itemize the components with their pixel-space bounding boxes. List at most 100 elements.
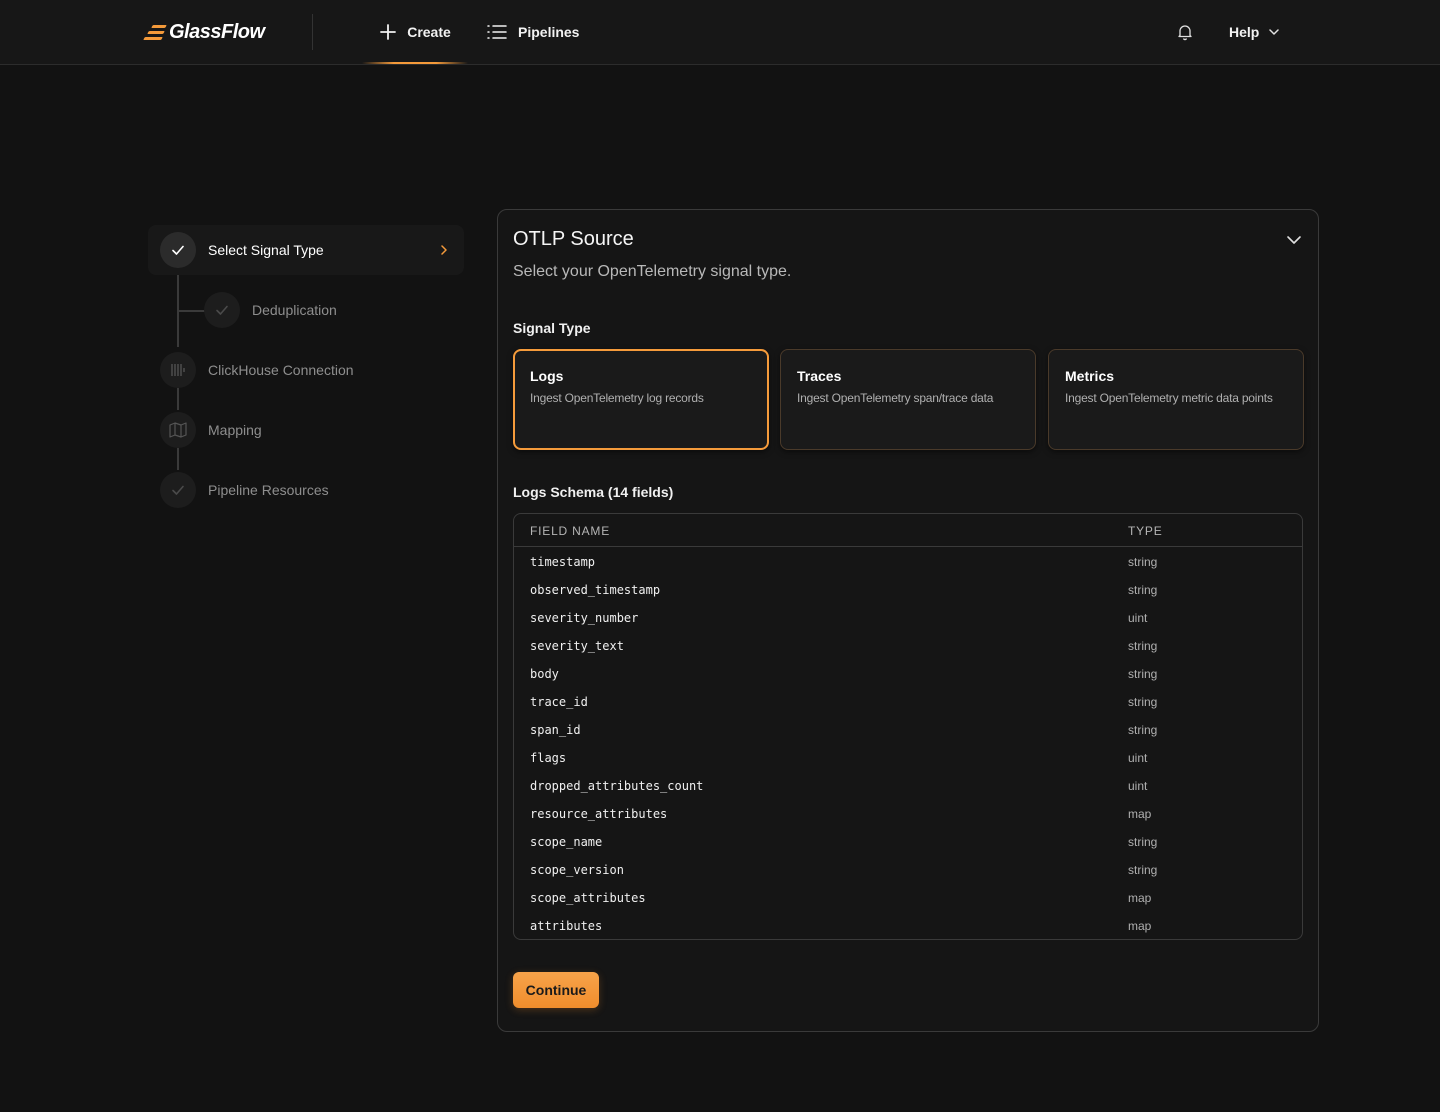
table-row: severity_number uint [514,603,1302,631]
signal-option-metrics[interactable]: Metrics Ingest OpenTelemetry metric data… [1048,349,1304,450]
help-menu[interactable]: Help [1229,22,1280,42]
map-icon [169,422,187,438]
clickhouse-icon [171,364,185,376]
signal-option-desc: Ingest OpenTelemetry span/trace data [797,391,994,405]
field-name-cell: scope_version [530,863,624,877]
field-name-cell: flags [530,751,567,765]
table-header: FIELD NAME TYPE [514,514,1302,547]
schema-table: FIELD NAME TYPE timestamp string observed_… [513,513,1303,940]
check-icon [216,305,228,315]
field-type-cell: map [1128,891,1152,905]
field-type-cell: uint [1128,779,1148,793]
step-select-signal-type[interactable]: Select Signal Type [148,225,464,275]
notifications-bell-icon[interactable] [1176,23,1194,41]
collapse-chevron-icon[interactable] [1286,232,1302,248]
field-name-cell: attributes [530,919,603,933]
step-pipeline-resources[interactable]: Pipeline Resources [148,470,464,510]
step-status-circle [160,232,196,268]
top-bar: GlassFlow Create Pipelines Help [0,0,1440,65]
check-icon [172,485,184,495]
field-name-cell: scope_name [530,835,603,849]
step-label: Pipeline Resources [208,482,329,498]
table-row: dropped_attributes_count uint [514,771,1302,799]
field-type-cell: string [1128,583,1158,597]
step-label: Select Signal Type [208,242,324,258]
field-type-cell: map [1128,807,1152,821]
active-nav-indicator [362,62,468,64]
table-row: scope_attributes map [514,883,1302,911]
table-row: severity_text string [514,631,1302,659]
chevron-right-icon [441,245,447,255]
field-name-cell: dropped_attributes_count [530,779,704,793]
signal-type-label: Signal Type [513,320,591,336]
field-name-cell: severity_number [530,611,639,625]
field-type-cell: string [1128,723,1158,737]
column-header-field-name: FIELD NAME [530,524,611,538]
table-row: scope_version string [514,855,1302,883]
signal-option-title: Metrics [1065,368,1115,384]
table-row: flags uint [514,743,1302,771]
step-mapping[interactable]: Mapping [148,410,464,450]
glassflow-logo[interactable]: GlassFlow [143,20,265,44]
step-status-circle [160,472,196,508]
field-name-cell: severity_text [530,639,624,653]
table-row: timestamp string [514,547,1302,575]
nav-pipelines[interactable]: Pipelines [486,0,579,64]
signal-option-desc: Ingest OpenTelemetry metric data points [1065,391,1273,405]
step-label: Deduplication [252,302,337,318]
field-name-cell: scope_attributes [530,891,646,905]
field-name-cell: timestamp [530,555,596,569]
field-name-cell: observed_timestamp [530,583,661,597]
table-row: attributes map [514,911,1302,939]
list-icon [487,25,507,39]
field-type-cell: string [1128,835,1158,849]
field-name-cell: body [530,667,559,681]
field-type-cell: string [1128,863,1158,877]
continue-button[interactable]: Continue [513,972,599,1008]
signal-option-title: Logs [530,368,564,384]
step-connector [177,388,179,410]
signal-option-title: Traces [797,368,842,384]
step-label: Mapping [208,422,262,438]
signal-option-logs[interactable]: Logs Ingest OpenTelemetry log records [513,349,769,450]
signal-option-desc: Ingest OpenTelemetry log records [530,391,704,405]
field-type-cell: string [1128,639,1158,653]
table-row: span_id string [514,715,1302,743]
logo-mark-icon [143,23,168,41]
card-title: OTLP Source [513,228,634,250]
step-deduplication[interactable]: Deduplication [148,290,464,330]
plus-icon [380,24,397,40]
table-row: observed_timestamp string [514,575,1302,603]
field-type-cell: string [1128,555,1158,569]
field-type-cell: string [1128,667,1158,681]
field-name-cell: resource_attributes [530,807,668,821]
signal-option-traces[interactable]: Traces Ingest OpenTelemetry span/trace d… [780,349,1036,450]
otlp-source-card: OTLP Source Select your OpenTelemetry si… [497,209,1319,1032]
nav-pipelines-label: Pipelines [518,24,580,40]
field-name-cell: span_id [530,723,581,737]
nav-create[interactable]: Create [362,0,468,64]
field-type-cell: uint [1128,611,1148,625]
step-label: ClickHouse Connection [208,362,354,378]
schema-label: Logs Schema (14 fields) [513,484,674,500]
table-row: body string [514,659,1302,687]
nav-create-label: Create [407,24,451,40]
column-header-type: TYPE [1128,524,1163,538]
field-type-cell: uint [1128,751,1148,765]
step-status-circle [204,292,240,328]
step-status-circle [160,412,196,448]
table-row: scope_name string [514,827,1302,855]
step-status-circle [160,352,196,388]
step-clickhouse-connection[interactable]: ClickHouse Connection [148,350,464,390]
check-icon [172,245,184,255]
field-name-cell: trace_id [530,695,588,709]
header-divider [312,14,313,50]
step-connector [177,448,179,470]
table-row: trace_id string [514,687,1302,715]
field-type-cell: map [1128,919,1152,933]
help-label: Help [1229,24,1260,40]
logo-text: GlassFlow [169,20,265,43]
card-subtitle: Select your OpenTelemetry signal type. [513,263,792,280]
table-row: resource_attributes map [514,799,1302,827]
chevron-down-icon [1269,29,1280,35]
